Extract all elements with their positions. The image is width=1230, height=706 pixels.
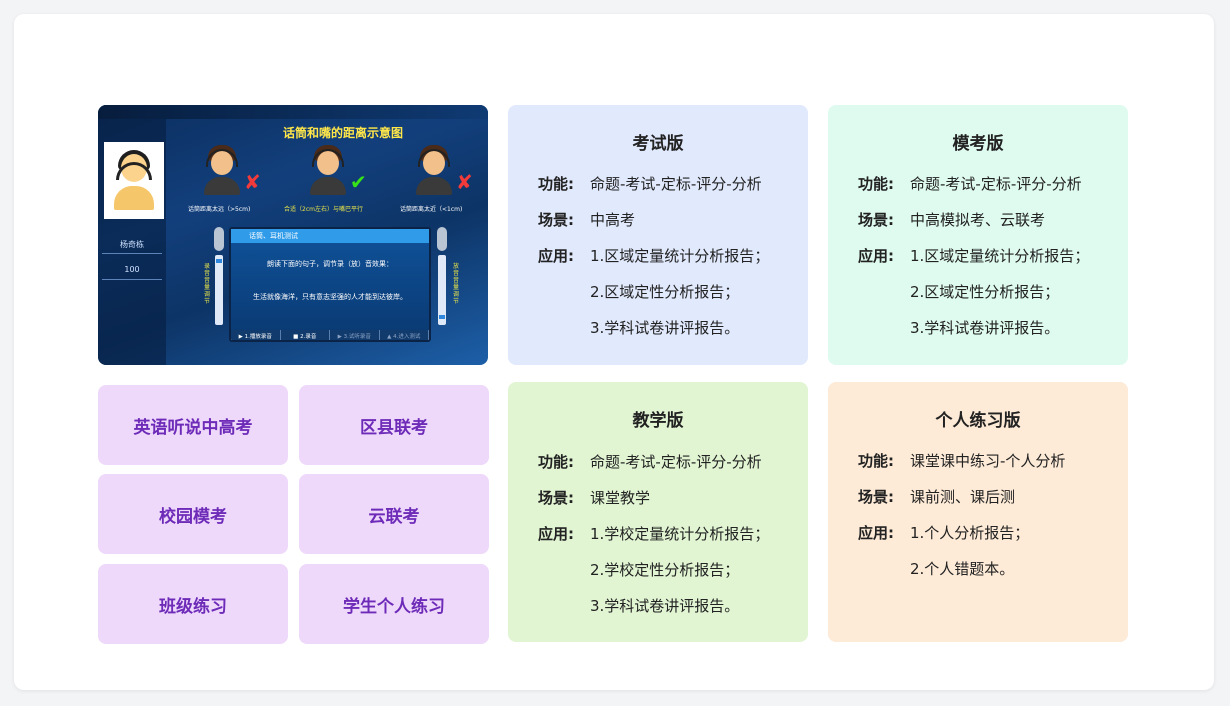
function-label: 功能: — [538, 175, 574, 193]
scene-row: 场景: 中高模拟考、云联考 — [858, 209, 1045, 230]
apply-label: 应用: — [538, 247, 574, 265]
apply-label: 应用: — [538, 525, 574, 543]
apply-item: 1.个人分析报告； — [910, 524, 1030, 542]
scene-label: 场景: — [538, 211, 574, 229]
card-personal-practice-edition: 个人练习版 功能: 课堂课中练习-个人分析 场景: 课前测、课后测 应用: 1.个人分… — [828, 382, 1128, 642]
apply-item: 3.学科试卷讲评报告。 — [910, 319, 1060, 337]
function-row: 功能: 命题-考试-定标-评分-分析 — [858, 173, 1082, 194]
record-volume-label: 录音音量调节 — [203, 263, 210, 305]
apply-item: 2.个人错题本。 — [910, 560, 1015, 578]
apply-item: 2.区域定性分析报告； — [590, 283, 740, 301]
card-mock-exam-edition: 模考版 功能: 命题-考试-定标-评分-分析 场景: 中高模拟考、云联考 应用: 1.… — [828, 105, 1128, 365]
headphone-icon — [437, 227, 447, 251]
apply-item: 2.区域定性分析报告； — [910, 283, 1060, 301]
face-too-close — [414, 145, 454, 195]
scene-value: 中高考 — [590, 211, 636, 229]
card-teaching-edition: 教学版 功能: 命题-考试-定标-评分-分析 场景: 课堂教学 应用: 1.学校定量统… — [508, 382, 808, 642]
microphone-icon — [214, 227, 224, 251]
scene-value: 课堂教学 — [590, 489, 651, 507]
apply-row: 应用: 1.区域定量统计分析报告； — [858, 245, 1089, 266]
play-recording-button[interactable]: ▶ 1.播放录音 — [231, 330, 281, 340]
face-correct — [308, 145, 348, 195]
function-value: 命题-考试-定标-评分-分析 — [590, 453, 762, 471]
tile-class-practice[interactable]: 班级练习 — [98, 564, 288, 644]
function-label: 功能: — [858, 452, 894, 470]
face-body — [416, 177, 452, 195]
face-body — [310, 177, 346, 195]
apply-label: 应用: — [858, 247, 894, 265]
student-sidebar: 杨奇栋 100 — [98, 119, 166, 365]
apply-label: 应用: — [858, 524, 894, 542]
apply-row: 应用: 1.学校定量统计分析报告； — [538, 523, 769, 544]
scene-label: 场景: — [858, 211, 894, 229]
divider — [102, 253, 162, 254]
apply-row: 应用: 1.个人分析报告； — [858, 522, 1029, 543]
dialog-buttons: ▶ 1.播放录音 ■ 2.录音 ▶ 3.试听录音 ▲ 4.进入测试 — [231, 330, 429, 340]
apply-item: 1.区域定量统计分析报告； — [910, 247, 1090, 265]
scene-label: 场景: — [538, 489, 574, 507]
function-row: 功能: 课堂课中练习-个人分析 — [858, 450, 1065, 471]
avatar-body — [114, 186, 154, 210]
record-button[interactable]: ■ 2.录音 — [281, 330, 330, 340]
scene-row: 场景: 课前测、课后测 — [858, 486, 1015, 507]
face-too-far — [202, 145, 242, 195]
function-label: 功能: — [858, 175, 894, 193]
student-avatar — [104, 142, 164, 219]
listen-recording-button[interactable]: ▶ 3.试听录音 — [330, 330, 380, 340]
card-title: 考试版 — [632, 134, 684, 154]
cross-icon: ✘ — [244, 170, 261, 194]
screenshot-title: 话筒和嘴的距离示意图 — [282, 126, 403, 140]
tile-district-joint-exam[interactable]: 区县联考 — [299, 385, 489, 465]
apply-item: 1.区域定量统计分析报告； — [590, 247, 770, 265]
scene-label: 场景: — [858, 488, 894, 506]
tile-english-listening[interactable]: 英语听说中高考 — [98, 385, 288, 465]
apply-item: 1.学校定量统计分析报告； — [590, 525, 770, 543]
screenshot-header-bar — [98, 105, 488, 119]
tile-campus-mock-exam[interactable]: 校园模考 — [98, 474, 288, 554]
record-volume-slider[interactable] — [213, 227, 225, 327]
volume-handle[interactable] — [216, 259, 222, 263]
student-score: 100 — [124, 265, 140, 274]
function-value: 命题-考试-定标-评分-分析 — [910, 175, 1082, 193]
dialog-title: 话筒、耳机测试 — [231, 229, 429, 243]
volume-track[interactable] — [438, 255, 446, 325]
function-row: 功能: 命题-考试-定标-评分-分析 — [538, 451, 762, 472]
apply-item: 3.学科试卷讲评报告。 — [590, 319, 740, 337]
dialog-sentence: 生活就像海洋，只有意志坚强的人才能到达彼岸。 — [253, 293, 407, 301]
scene-row: 场景: 中高考 — [538, 209, 635, 230]
mic-test-dialog: 话筒、耳机测试 朗读下面的句子，调节录（放）音效果： 生活就像海洋，只有意志坚强… — [229, 227, 431, 342]
card-title: 模考版 — [952, 134, 1004, 154]
tile-student-practice[interactable]: 学生个人练习 — [299, 564, 489, 644]
face-caption: 话筒距离太近（<1cm) — [400, 206, 463, 213]
scene-row: 场景: 课堂教学 — [538, 487, 650, 508]
function-row: 功能: 命题-考试-定标-评分-分析 — [538, 173, 762, 194]
exam-screenshot: 杨奇栋 100 话筒和嘴的距离示意图 ✘ 话筒距离太远（>5cm) ✔ 合适（2… — [98, 105, 488, 365]
volume-handle[interactable] — [439, 315, 445, 319]
apply-item: 3.学科试卷讲评报告。 — [590, 597, 740, 615]
volume-track[interactable] — [215, 255, 223, 325]
student-name: 杨奇栋 — [120, 240, 144, 249]
card-exam-edition: 考试版 功能: 命题-考试-定标-评分-分析 场景: 中高考 应用: 1.区域定量统计… — [508, 105, 808, 365]
dialog-body: 朗读下面的句子，调节录（放）音效果： 生活就像海洋，只有意志坚强的人才能到达彼岸… — [231, 243, 429, 330]
function-value: 课堂课中练习-个人分析 — [910, 452, 1066, 470]
check-icon: ✔ — [350, 170, 367, 194]
apply-row: 应用: 1.区域定量统计分析报告； — [538, 245, 769, 266]
face-body — [204, 177, 240, 195]
tile-cloud-joint-exam[interactable]: 云联考 — [299, 474, 489, 554]
scene-value: 课前测、课后测 — [910, 488, 1016, 506]
card-title: 教学版 — [632, 411, 684, 431]
cross-icon: ✘ — [456, 170, 473, 194]
enter-test-button[interactable]: ▲ 4.进入测试 — [380, 330, 429, 340]
apply-item: 2.学校定性分析报告； — [590, 561, 740, 579]
play-volume-label: 放音音量调节 — [452, 263, 459, 305]
dialog-instruction: 朗读下面的句子，调节录（放）音效果： — [267, 260, 393, 268]
divider — [102, 279, 162, 280]
face-caption: 话筒距离太远（>5cm) — [188, 206, 251, 213]
function-label: 功能: — [538, 453, 574, 471]
scene-value: 中高模拟考、云联考 — [910, 211, 1046, 229]
card-title: 个人练习版 — [935, 411, 1021, 431]
face-caption: 合适（2cm左右）与嘴巴平行 — [284, 206, 363, 213]
play-volume-slider[interactable] — [436, 227, 448, 327]
function-value: 命题-考试-定标-评分-分析 — [590, 175, 762, 193]
